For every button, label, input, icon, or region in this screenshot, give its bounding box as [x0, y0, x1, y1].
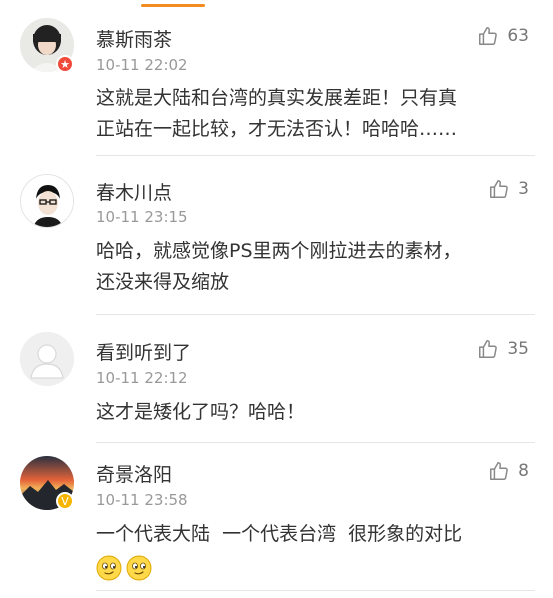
emoji-row [96, 552, 526, 583]
divider [96, 314, 535, 315]
timestamp: 10-11 22:02 [96, 56, 188, 74]
like-button[interactable]: 35 [477, 338, 529, 360]
thumbs-up-icon [477, 25, 499, 47]
like-count: 8 [518, 461, 529, 481]
thumbs-up-icon [488, 178, 510, 200]
timestamp: 10-11 23:58 [96, 491, 188, 509]
timestamp: 10-11 22:12 [96, 369, 188, 387]
thumbs-up-icon [488, 460, 510, 482]
like-button[interactable]: 63 [477, 25, 529, 47]
username[interactable]: 春木川点 [96, 178, 172, 205]
verified-v-badge-icon: V [56, 492, 74, 510]
divider [96, 155, 535, 156]
like-button[interactable]: 3 [488, 178, 529, 200]
avatar[interactable] [20, 332, 74, 386]
verified-badge-icon: ★ [56, 55, 74, 73]
timestamp: 10-11 23:15 [96, 208, 188, 226]
smirk-emoji-icon [96, 555, 122, 581]
comment-text: 这才是矮化了吗？哈哈！ [96, 401, 306, 423]
like-count: 63 [507, 26, 529, 46]
like-button[interactable]: 8 [488, 460, 529, 482]
comment-text: 这就是大陆和台湾的真实发展差距！只有真 正站在一起比较，才无法否认！哈哈哈…… [96, 87, 458, 140]
username[interactable]: 奇景洛阳 [96, 460, 172, 487]
like-count: 35 [507, 339, 529, 359]
avatar[interactable] [20, 174, 74, 228]
divider [96, 590, 535, 591]
active-tab-indicator [141, 4, 205, 7]
username[interactable]: 看到听到了 [96, 338, 191, 365]
username[interactable]: 慕斯雨茶 [96, 25, 172, 52]
smirk-emoji-icon [126, 555, 152, 581]
thumbs-up-icon [477, 338, 499, 360]
divider [96, 442, 535, 443]
comment-text: 一个代表大陆 一个代表台湾 很形象的对比 [96, 519, 526, 583]
comment-text: 哈哈，就感觉像PS里两个刚拉进去的素材， 还没来得及缩放 [96, 240, 462, 293]
like-count: 3 [518, 179, 529, 199]
